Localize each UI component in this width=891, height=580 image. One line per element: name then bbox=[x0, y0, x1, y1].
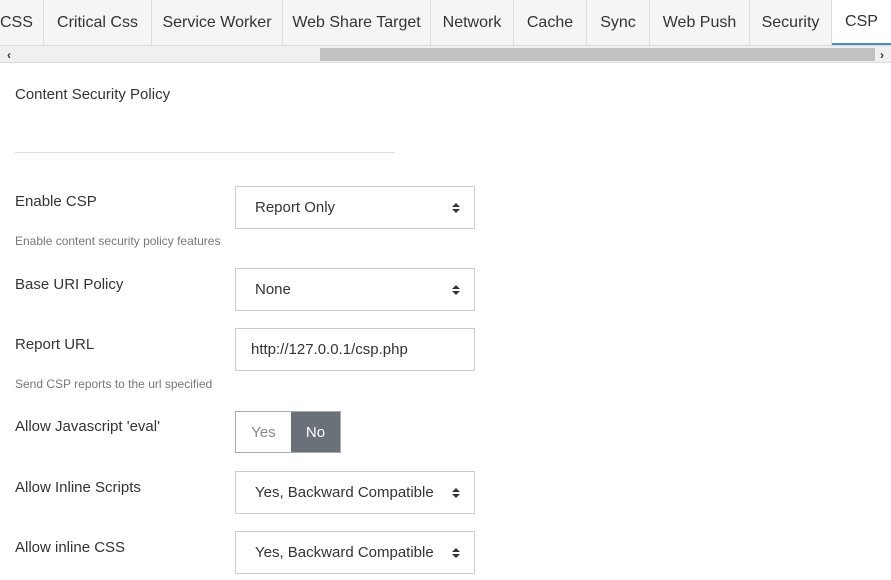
tab-csp[interactable]: CSP bbox=[832, 0, 891, 45]
allow-eval-toggle: Yes No bbox=[235, 411, 341, 453]
tab-bar: CSS Critical Css Service Worker Web Shar… bbox=[0, 0, 891, 46]
tab-web-push[interactable]: Web Push bbox=[650, 0, 750, 45]
scrollbar-thumb[interactable] bbox=[320, 48, 875, 61]
tab-css[interactable]: CSS bbox=[0, 0, 44, 45]
section-title: Content Security Policy bbox=[15, 86, 171, 103]
tab-label: Service Worker bbox=[162, 14, 272, 31]
inline-css-label: Allow inline CSS bbox=[15, 539, 126, 556]
tab-label: Web Share Target bbox=[292, 14, 421, 31]
tab-sync[interactable]: Sync bbox=[587, 0, 650, 45]
select-caret-icon bbox=[452, 202, 460, 213]
tab-cache[interactable]: Cache bbox=[514, 0, 587, 45]
inline-scripts-label: Allow Inline Scripts bbox=[15, 479, 141, 496]
tab-security[interactable]: Security bbox=[750, 0, 832, 45]
select-caret-icon bbox=[452, 547, 460, 558]
tab-label: Security bbox=[761, 14, 820, 31]
select-caret-icon bbox=[452, 487, 460, 498]
allow-eval-yes-button[interactable]: Yes bbox=[236, 412, 291, 452]
inline-scripts-value: Yes, Backward Compatible bbox=[255, 484, 434, 501]
report-url-label: Report URL bbox=[15, 336, 95, 353]
scroll-right-icon[interactable]: › bbox=[874, 46, 890, 63]
base-uri-value: None bbox=[255, 281, 291, 298]
select-caret-icon bbox=[452, 284, 460, 295]
tab-label: CSS bbox=[0, 14, 33, 31]
tab-label: Network bbox=[442, 14, 502, 31]
tab-label: Web Push bbox=[662, 14, 737, 31]
tab-label: Sync bbox=[600, 14, 636, 31]
tab-label: Cache bbox=[526, 14, 574, 31]
tab-label: Critical Css bbox=[57, 14, 138, 31]
allow-eval-no-button[interactable]: No bbox=[291, 412, 340, 452]
allow-eval-label: Allow Javascript 'eval' bbox=[15, 418, 160, 435]
scroll-left-icon[interactable]: ‹ bbox=[1, 46, 17, 63]
report-url-help: Send CSP reports to the url specified bbox=[15, 377, 213, 391]
enable-csp-help: Enable content security policy features bbox=[15, 234, 221, 248]
divider bbox=[15, 152, 395, 153]
tab-label: CSP bbox=[845, 12, 878, 30]
enable-csp-label: Enable CSP bbox=[15, 193, 97, 210]
report-url-input[interactable] bbox=[235, 328, 475, 371]
tab-web-share-target[interactable]: Web Share Target bbox=[283, 0, 431, 45]
inline-css-select[interactable]: Yes, Backward Compatible bbox=[235, 531, 475, 574]
inline-scripts-select[interactable]: Yes, Backward Compatible bbox=[235, 471, 475, 514]
base-uri-select[interactable]: None bbox=[235, 268, 475, 311]
tab-network[interactable]: Network bbox=[431, 0, 514, 45]
horizontal-scrollbar[interactable]: ‹ › bbox=[0, 46, 891, 63]
enable-csp-value: Report Only bbox=[255, 199, 336, 216]
inline-css-value: Yes, Backward Compatible bbox=[255, 544, 434, 561]
tab-critical-css[interactable]: Critical Css bbox=[44, 0, 152, 45]
base-uri-label: Base URI Policy bbox=[15, 276, 124, 293]
tab-service-worker[interactable]: Service Worker bbox=[152, 0, 283, 45]
enable-csp-select[interactable]: Report Only bbox=[235, 186, 475, 229]
